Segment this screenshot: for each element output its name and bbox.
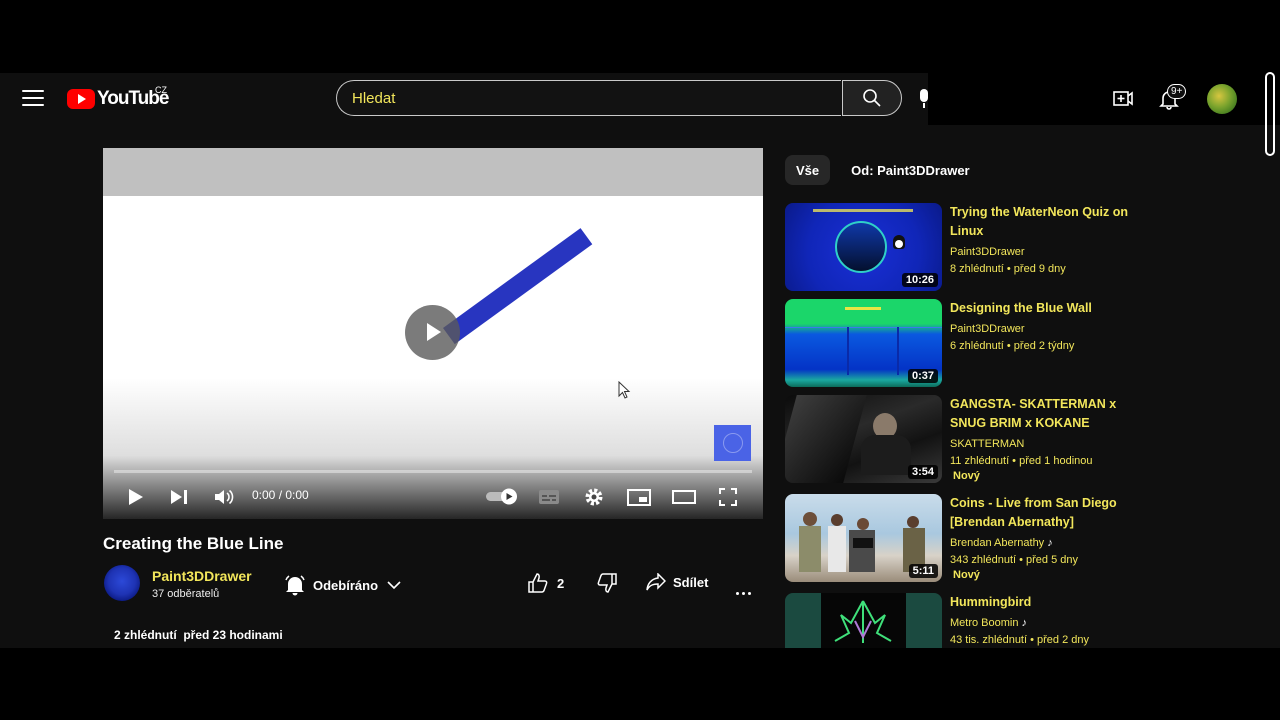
mouse-cursor-icon <box>618 381 631 399</box>
video-frame-top-band <box>103 148 763 196</box>
chip-from-channel[interactable]: Od: Paint3DDrawer <box>840 155 980 185</box>
duration-badge: 3:54 <box>907 465 938 479</box>
views-and-date: 2 zhlédnutí před 23 hodinami <box>114 628 283 642</box>
search-box <box>336 80 902 118</box>
share-button[interactable]: Sdílet <box>646 573 708 591</box>
recommendation-channel[interactable]: Metro Boomin <box>950 617 1018 629</box>
video-thumbnail[interactable] <box>785 593 942 648</box>
recommendation-title[interactable]: Hummingbird <box>950 593 1130 612</box>
big-play-button[interactable] <box>405 305 460 360</box>
filter-chips: Vše Od: Paint3DDrawer <box>785 155 981 185</box>
youtube-app: YouTube CZ 9+ <box>0 73 1280 648</box>
search-button[interactable] <box>842 80 902 116</box>
subscriber-count: 37 odběratelů <box>152 588 220 600</box>
progress-bar[interactable] <box>114 470 752 473</box>
like-dislike-group: 2 <box>528 573 617 593</box>
recommendation-stats: 343 zhlédnutí • před 5 dny <box>950 554 1079 566</box>
autoplay-toggle-icon[interactable] <box>485 488 518 505</box>
youtube-play-logo-icon <box>67 89 95 109</box>
bell-icon <box>285 575 305 596</box>
channel-avatar[interactable] <box>104 565 140 601</box>
play-icon[interactable] <box>128 489 144 505</box>
recommendation-channel[interactable]: Paint3DDrawer <box>950 244 1025 261</box>
recommendation-title[interactable]: GANGSTA- SKATTERMAN x SNUG BRIM x KOKANE <box>950 395 1130 433</box>
chevron-down-icon <box>387 580 401 589</box>
next-icon[interactable] <box>171 490 188 504</box>
share-label: Sdílet <box>673 574 709 590</box>
recommendation-age: před 2 týdny <box>1013 340 1075 352</box>
video-thumbnail[interactable]: 10:26 <box>785 203 942 291</box>
recommendation-age: před 5 dny <box>1026 554 1079 566</box>
recommendation-title[interactable]: Trying the WaterNeon Quiz on Linux <box>950 203 1130 241</box>
search-input[interactable] <box>336 80 841 116</box>
recommendation-stats: 11 zhlédnutí • před 1 hodinou <box>950 455 1093 467</box>
video-thumbnail[interactable]: 3:54 <box>785 395 942 483</box>
create-video-icon[interactable] <box>1113 90 1133 107</box>
blue-line-graphic <box>443 228 593 345</box>
recommendation-channel[interactable]: Paint3DDrawer <box>950 321 1025 338</box>
search-icon <box>863 89 881 107</box>
subtitles-icon[interactable] <box>539 490 559 504</box>
subscribed-button[interactable]: Odebíráno <box>284 573 401 597</box>
video-thumbnail[interactable]: 0:37 <box>785 299 942 387</box>
channel-name[interactable]: Paint3DDrawer <box>152 568 252 584</box>
recommendation-views: 6 zhlédnutí <box>950 340 1004 352</box>
recommendation-item[interactable]: 3:54 GANGSTA- SKATTERMAN x SNUG BRIM x K… <box>785 395 1125 483</box>
recommendation-stats: 8 zhlédnutí • před 9 dny <box>950 263 1066 275</box>
duration-badge: 5:11 <box>908 564 938 578</box>
user-avatar[interactable] <box>1207 84 1237 114</box>
like-thumb-icon[interactable] <box>528 573 548 593</box>
region-code: CZ <box>155 85 167 95</box>
recommendation-views: 8 zhlédnutí <box>950 263 1004 275</box>
chip-all[interactable]: Vše <box>785 155 831 185</box>
like-count: 2 <box>557 575 565 591</box>
recommendation-age: před 9 dny <box>1013 263 1066 275</box>
channel-watermark[interactable] <box>714 425 751 461</box>
recommendation-item[interactable]: Hummingbird Metro Boomin ♪ 43 tis. zhlédn… <box>785 593 1125 648</box>
recommendation-channel-row: Metro Boomin ♪ <box>950 615 1027 632</box>
recommendation-views: 343 zhlédnutí <box>950 554 1017 566</box>
new-badge: Nový <box>953 569 980 581</box>
music-note-icon: ♪ <box>1047 537 1053 549</box>
miniplayer-icon[interactable] <box>627 489 651 506</box>
video-thumbnail[interactable]: 5:11 <box>785 494 942 582</box>
video-player[interactable]: 0:00 / 0:00 <box>103 148 763 519</box>
dislike-thumb-icon[interactable] <box>597 573 617 593</box>
settings-gear-icon[interactable] <box>584 487 604 507</box>
share-arrow-icon <box>646 573 666 591</box>
music-note-icon: ♪ <box>1021 617 1027 629</box>
recommendation-views: 43 tis. zhlédnutí <box>950 634 1028 646</box>
controls-gradient <box>103 378 763 519</box>
duration-badge: 10:26 <box>901 273 938 287</box>
recommendation-channel-row: Brendan Abernathy ♪ <box>950 535 1053 552</box>
video-title: Creating the Blue Line <box>103 534 284 553</box>
top-bar: YouTube CZ 9+ <box>0 73 1280 125</box>
menu-icon[interactable] <box>22 90 44 108</box>
hummingbird-art <box>834 600 892 643</box>
recommendation-stats: 6 zhlédnutí • před 2 týdny <box>950 340 1075 352</box>
recommendation-stats: 43 tis. zhlédnutí • před 2 dny <box>950 634 1090 646</box>
theater-mode-icon[interactable] <box>672 490 696 504</box>
volume-icon[interactable] <box>215 489 235 505</box>
recommendation-item[interactable]: 5:11 Coins - Live from San Diego [Brenda… <box>785 494 1125 582</box>
recommendation-channel[interactable]: SKATTERMAN <box>950 436 1024 453</box>
recommendation-age: před 2 dny <box>1037 634 1090 646</box>
duration-badge: 0:37 <box>907 369 938 383</box>
youtube-logo[interactable]: YouTube CZ <box>67 85 169 111</box>
recommendation-item[interactable]: 10:26 Trying the WaterNeon Quiz on Linux… <box>785 203 1128 291</box>
time-display: 0:00 / 0:00 <box>252 488 309 502</box>
scrollbar[interactable] <box>1265 72 1275 156</box>
recommendation-item[interactable]: 0:37 Designing the Blue Wall Paint3DDraw… <box>785 299 1125 387</box>
recommendation-title[interactable]: Designing the Blue Wall <box>950 299 1130 318</box>
recommendation-channel[interactable]: Brendan Abernathy <box>950 537 1044 549</box>
recommendation-views: 11 zhlédnutí <box>950 455 1010 467</box>
fullscreen-icon[interactable] <box>719 488 737 506</box>
recommendation-age: před 1 hodinou <box>1019 455 1093 467</box>
recommendation-title[interactable]: Coins - Live from San Diego [Brendan Abe… <box>950 494 1130 532</box>
subscribed-label: Odebíráno <box>313 577 379 593</box>
notifications-badge: 9+ <box>1167 84 1187 99</box>
new-badge: Nový <box>953 470 980 482</box>
more-actions-icon[interactable] <box>736 582 754 600</box>
